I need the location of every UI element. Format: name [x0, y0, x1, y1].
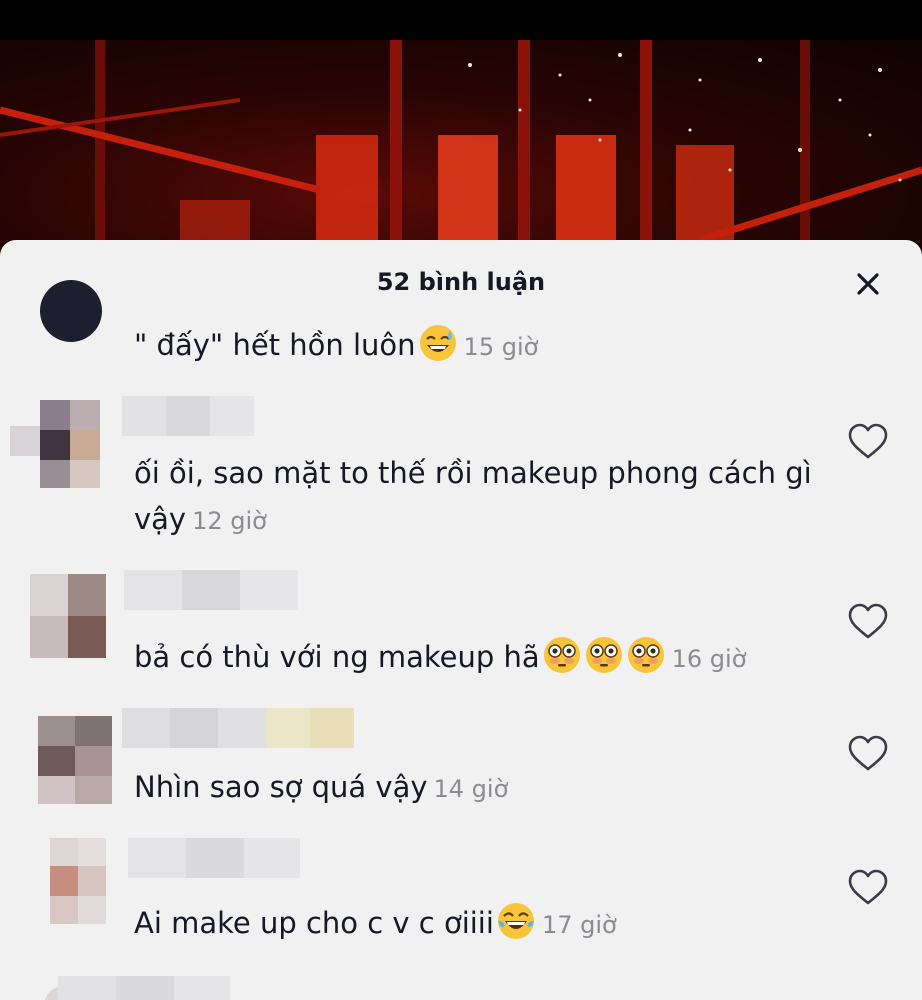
comments-sheet: 52 bình luận " đấy" hết hồn luôn 15 giờ ố — [0, 240, 922, 1000]
comment-item: Ai make up cho c v c ơiiii 17 giờ — [0, 838, 922, 968]
username-blurred[interactable] — [128, 838, 300, 878]
comment-item — [0, 974, 922, 1000]
close-icon[interactable] — [848, 264, 888, 304]
comment-time: 15 giờ — [463, 333, 539, 361]
like-heart-icon[interactable] — [846, 422, 890, 462]
comment-item: " đấy" hết hồn luôn 15 giờ — [0, 280, 922, 390]
comment-time: 16 giờ — [671, 645, 747, 673]
flushed-emoji — [626, 635, 666, 675]
flushed-emoji — [542, 635, 582, 675]
comment-time: 14 giờ — [433, 775, 509, 803]
sweat-smile-emoji — [418, 323, 458, 363]
like-heart-icon[interactable] — [846, 868, 890, 908]
comment-time: 12 giờ — [192, 507, 267, 535]
like-heart-icon[interactable] — [846, 602, 890, 642]
flushed-emoji — [584, 635, 624, 675]
comments-count-title: 52 bình luận — [376, 268, 546, 296]
status-bar — [0, 0, 922, 40]
avatar[interactable] — [30, 574, 106, 658]
video-background[interactable] — [0, 40, 922, 260]
comment-text: bả có thù với ng makeup hã 16 giờ — [134, 634, 814, 682]
comment-item: ối ồi, sao mặt to thế rồi makeup phong c… — [0, 396, 922, 570]
joy-emoji — [496, 901, 536, 941]
comment-text: " đấy" hết hồn luôn 15 giờ — [134, 322, 814, 370]
comment-text: ối ồi, sao mặt to thế rồi makeup phong c… — [134, 456, 812, 536]
like-heart-icon[interactable] — [846, 734, 890, 774]
username-blurred[interactable] — [124, 570, 298, 610]
comment-item: Nhìn sao sợ quá vậy 14 giờ — [0, 706, 922, 816]
comment-text: Ai make up cho c v c ơiiii 17 giờ — [134, 900, 814, 948]
comment-time: 17 giờ — [541, 911, 617, 939]
avatar[interactable] — [38, 716, 112, 804]
avatar[interactable] — [40, 400, 106, 488]
comment-text: Nhìn sao sợ quá vậy 14 giờ — [134, 770, 509, 804]
avatar[interactable] — [40, 280, 102, 342]
username-blurred[interactable] — [122, 396, 254, 436]
username-blurred[interactable] — [58, 976, 230, 1000]
username-blurred[interactable] — [122, 708, 354, 748]
avatar[interactable] — [36, 838, 106, 924]
